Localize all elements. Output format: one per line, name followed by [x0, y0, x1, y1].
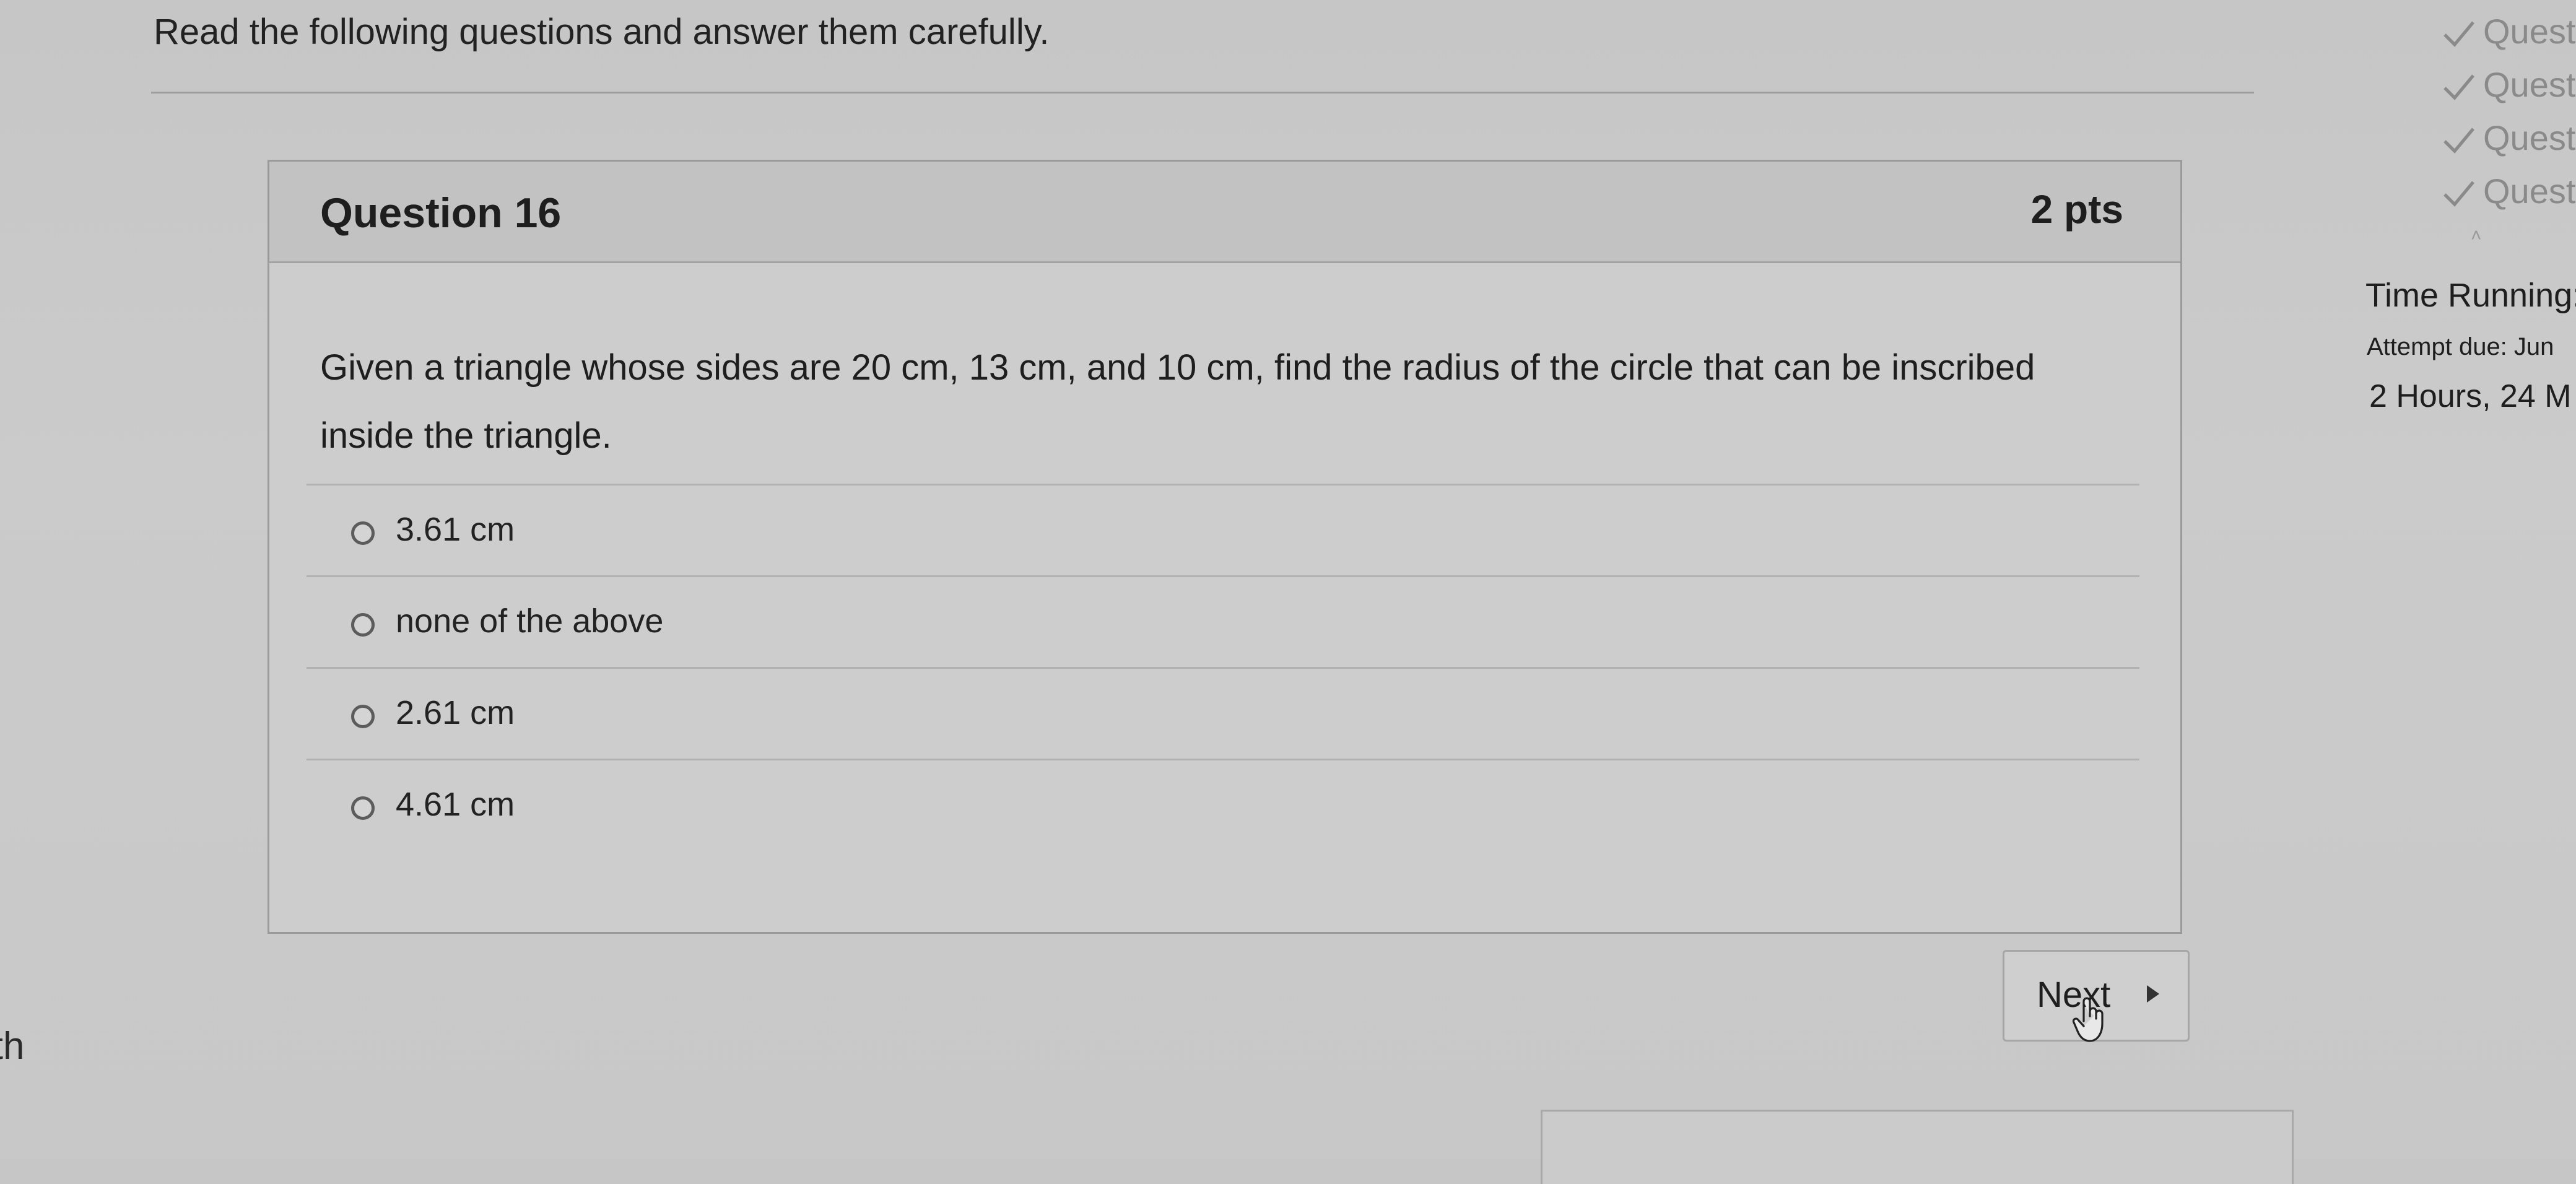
answer-label[interactable]: 4.61 cm: [396, 785, 515, 824]
check-icon: [2443, 181, 2474, 207]
question-nav-item[interactable]: Quest: [2442, 168, 2576, 222]
quiz-page: lth f Read the following questions and a…: [0, 0, 2576, 1184]
answer-option[interactable]: 2.61 cm: [307, 667, 2139, 759]
check-icon: [2443, 128, 2474, 154]
radio-button[interactable]: [351, 613, 375, 637]
bottom-panel: [1541, 1110, 2294, 1184]
answer-label[interactable]: none of the above: [396, 602, 663, 640]
question-nav-label: Quest: [2483, 172, 2576, 211]
question-text: Given a triangle whose sides are 20 cm, …: [320, 347, 2035, 456]
question-title: Question 16: [320, 189, 562, 237]
question-nav-list: Quest Quest Quest Quest: [2442, 9, 2576, 222]
time-running-title: Time Running:: [2365, 277, 2576, 314]
question-nav-item[interactable]: Quest: [2442, 62, 2576, 115]
answer-option[interactable]: none of the above: [307, 575, 2139, 667]
answer-list: 3.61 cm none of the above 2.61 cm 4.61 c…: [307, 484, 2139, 850]
question-nav-label: Quest: [2483, 118, 2576, 157]
question-nav-label: Quest: [2483, 12, 2576, 51]
radio-button[interactable]: [351, 796, 375, 820]
check-icon: [2443, 21, 2474, 47]
question-nav-item[interactable]: Quest: [2442, 9, 2576, 62]
question-nav-label: Quest: [2483, 65, 2576, 104]
play-arrow-icon: [2147, 985, 2159, 1003]
check-icon: [2443, 74, 2474, 100]
quiz-instructions: Read the following questions and answer …: [154, 12, 1050, 52]
answer-label[interactable]: 2.61 cm: [396, 694, 515, 732]
radio-button[interactable]: [351, 705, 375, 728]
attempt-due-text: Attempt due: Jun: [2367, 333, 2554, 360]
time-remaining-text: 2 Hours, 24 M: [2369, 378, 2572, 414]
next-button[interactable]: Next: [2003, 950, 2190, 1042]
hand-cursor-icon: [2072, 997, 2104, 1042]
answer-option[interactable]: 4.61 cm: [307, 759, 2139, 850]
instructions-divider: [151, 92, 2254, 94]
radio-button[interactable]: [351, 521, 375, 545]
question-header: Question 16 2 pts: [269, 162, 2180, 263]
sidebar-scroll-indicator: ˄: [2471, 225, 2489, 246]
question-nav-item[interactable]: Quest: [2442, 115, 2576, 168]
question-points: 2 pts: [2030, 187, 2123, 232]
left-nav-item-1[interactable]: lth: [0, 1016, 24, 1077]
question-card: Question 16 2 pts Given a triangle whose…: [268, 160, 2182, 934]
answer-label[interactable]: 3.61 cm: [396, 510, 515, 549]
answer-option[interactable]: 3.61 cm: [307, 484, 2139, 575]
